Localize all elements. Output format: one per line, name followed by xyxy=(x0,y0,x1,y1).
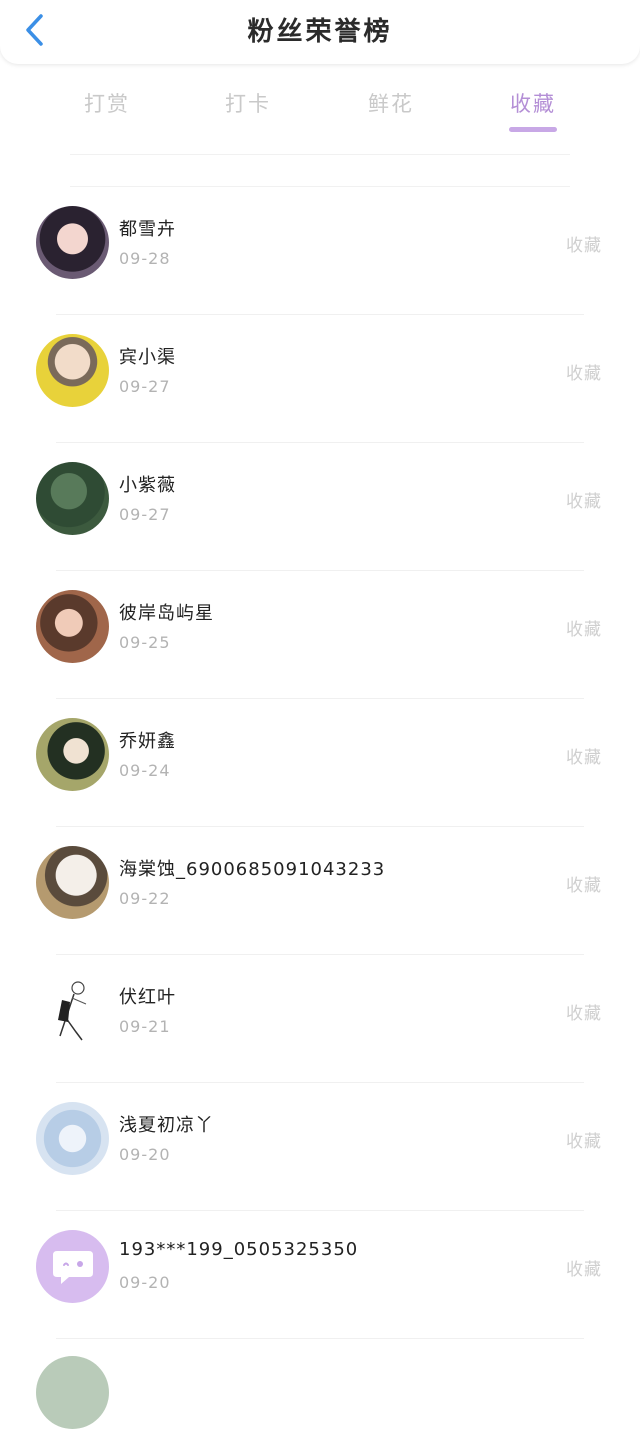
action-label: 收藏 xyxy=(566,1260,602,1280)
fan-name: 浅夏初凉丫 xyxy=(119,1115,214,1136)
avatar xyxy=(36,206,109,279)
list-item[interactable]: 海棠蚀_6900685091043233 09-22 收藏 xyxy=(0,827,640,955)
avatar xyxy=(36,718,109,791)
list-item[interactable]: 伏红叶 09-21 收藏 xyxy=(0,955,640,1083)
list-item[interactable]: 彼岸岛屿星 09-25 收藏 xyxy=(0,571,640,699)
fan-name: 小紫薇 xyxy=(119,475,176,496)
fan-name: 海棠蚀_6900685091043233 xyxy=(119,859,386,880)
list-item[interactable]: 小紫薇 09-27 收藏 xyxy=(0,443,640,571)
fan-name: 乔妍鑫 xyxy=(119,731,176,752)
tab-flowers[interactable]: 鲜花 xyxy=(351,88,431,118)
action-label: 收藏 xyxy=(566,492,602,512)
avatar xyxy=(36,974,109,1047)
tab-bar: 打赏 打卡 鲜花 收藏 xyxy=(0,78,640,138)
fan-date: 09-27 xyxy=(119,377,171,396)
action-label: 收藏 xyxy=(566,620,602,640)
avatar xyxy=(36,1356,109,1429)
avatar xyxy=(36,1230,109,1303)
fan-name: 193***199_0505325350 xyxy=(119,1239,359,1260)
fan-date: 09-28 xyxy=(119,249,171,268)
fan-date: 09-21 xyxy=(119,1017,171,1036)
fan-name: 宾小渠 xyxy=(119,347,176,368)
avatar xyxy=(36,846,109,919)
divider xyxy=(70,154,570,155)
list-item[interactable]: 乔妍鑫 09-24 收藏 xyxy=(0,699,640,827)
action-label: 收藏 xyxy=(566,748,602,768)
fan-date: 09-25 xyxy=(119,633,171,652)
page-title: 粉丝荣誉榜 xyxy=(247,17,393,47)
list-item[interactable]: 193***199_0505325350 09-20 收藏 xyxy=(0,1211,640,1339)
action-label: 收藏 xyxy=(566,236,602,256)
avatar xyxy=(36,462,109,535)
fan-date: 09-27 xyxy=(119,505,171,524)
list-item[interactable]: 宾小渠 09-27 收藏 xyxy=(0,315,640,443)
fan-name: 都雪卉 xyxy=(119,219,176,240)
action-label: 收藏 xyxy=(566,876,602,896)
avatar xyxy=(36,590,109,663)
action-label: 收藏 xyxy=(566,1132,602,1152)
chat-bubble-icon xyxy=(52,1250,93,1284)
active-tab-indicator xyxy=(509,127,557,132)
fan-name: 彼岸岛屿星 xyxy=(119,603,214,624)
tab-checkin[interactable]: 打卡 xyxy=(208,88,288,118)
avatar xyxy=(36,334,109,407)
list-item[interactable]: 浅夏初凉丫 09-20 收藏 xyxy=(0,1083,640,1211)
app-header: 粉丝荣誉榜 xyxy=(0,0,640,64)
fan-date: 09-24 xyxy=(119,761,171,780)
fan-date: 09-22 xyxy=(119,889,171,908)
fan-name: 伏红叶 xyxy=(119,987,176,1008)
fan-date: 09-20 xyxy=(119,1145,171,1164)
divider xyxy=(56,1338,584,1339)
action-label: 收藏 xyxy=(566,1004,602,1024)
fan-date: 09-20 xyxy=(119,1273,171,1292)
tab-favorites[interactable]: 收藏 xyxy=(493,88,573,118)
fan-list: 都雪卉 09-28 收藏 宾小渠 09-27 收藏 小紫薇 09-27 收藏 彼… xyxy=(0,187,640,1339)
sketch-figure-icon xyxy=(58,981,87,1041)
list-item[interactable]: 都雪卉 09-28 收藏 xyxy=(0,187,640,315)
tab-tips[interactable]: 打赏 xyxy=(67,88,147,118)
avatar xyxy=(36,1102,109,1175)
action-label: 收藏 xyxy=(566,364,602,384)
